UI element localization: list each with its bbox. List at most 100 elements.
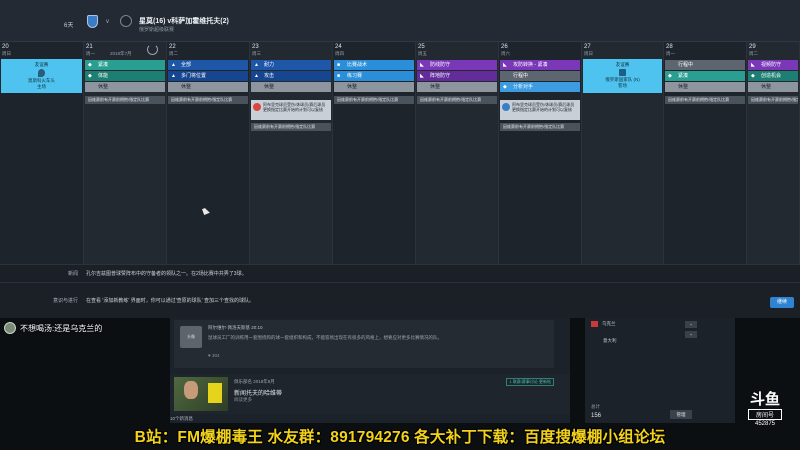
- feed-post[interactable]: 头像 阿尔维尔·佩洛夫斯基 20:10 鼠球员工厂的训练用一套围绕和的球一套组织…: [174, 320, 554, 368]
- weekday: 周日: [584, 51, 593, 56]
- nation-row[interactable]: 意大利: [591, 338, 617, 344]
- session-rest[interactable]: 休整: [168, 82, 248, 92]
- away-crest-icon: [619, 69, 626, 76]
- session-rest[interactable]: 休整: [417, 82, 497, 92]
- session-2[interactable]: ■ 练习赛: [334, 71, 414, 81]
- day-notes: 因维赛前有开赛前拥抱/指定队比赛: [748, 96, 798, 104]
- news-headline: 新闻托夫的哈维蒂: [234, 391, 283, 397]
- session-travel[interactable]: 行程中: [500, 71, 580, 81]
- session-1[interactable]: ▲ 耐力: [251, 60, 331, 70]
- danmaku-chat-message: 不想喝汤:还是乌克兰的: [20, 324, 103, 333]
- session-2[interactable]: ▲ 多门将位置: [168, 71, 248, 81]
- post-body: 鼠球员工厂的训练用一套围绕和的球一套组织和构成，不能容易出现在有很多的风格上，想…: [208, 335, 442, 340]
- day-column-27[interactable]: 27 周日 友谊赛 俄罗斯国家队 (N) 客场: [582, 42, 664, 264]
- session-1[interactable]: ◣ 视频防守: [748, 60, 798, 70]
- friendly-match-box[interactable]: 友谊赛 莫斯科火车头 主场: [1, 59, 82, 93]
- squad-nationality-panel: 乌克兰 + 意大利 + 总计 156 管理: [585, 318, 735, 423]
- match-venue: 主场: [37, 84, 46, 89]
- day-number: 21: [86, 44, 93, 50]
- read-more-link[interactable]: 阅读更多: [234, 397, 252, 403]
- location-pin-icon: [38, 69, 45, 77]
- total-label: 总计: [591, 404, 600, 409]
- session-1[interactable]: ■ 比赛战术: [334, 60, 414, 70]
- day-number: 27: [584, 44, 591, 50]
- news-row: 新闻 孔尔吉兹图普球赞阵布中的守备者的领队之一。在2场比赛中共弄了3球。: [0, 265, 800, 283]
- post-likes: ♥ 304: [208, 353, 220, 358]
- session-rest[interactable]: 休整: [85, 82, 165, 92]
- chat-user-avatar: [4, 322, 16, 334]
- session-rest[interactable]: 休整: [748, 82, 798, 92]
- day-column-20[interactable]: 20 周日 友谊赛 莫斯科火车头 主场: [0, 42, 84, 264]
- day-notes: 因维赛前有开赛前拥抱/指定队比赛: [665, 96, 745, 104]
- day-column-21[interactable]: 21 周一 2018年7月 ◆ 紧凑 ◆ 体能 休整 因维赛前有开赛前拥抱/指定队比…: [84, 42, 167, 264]
- session-rest[interactable]: 休整: [665, 82, 745, 92]
- day-column-22[interactable]: 22 周二 ▲ 全部 ▲ 多门将位置 休整 因维赛前有开赛前拥抱/指定队比赛: [167, 42, 250, 264]
- nation-row[interactable]: 乌克兰: [591, 321, 616, 327]
- month-label: 2018年7月: [110, 51, 132, 56]
- weekday: 周一: [666, 51, 675, 56]
- session-1[interactable]: ◣ 防线防守: [417, 60, 497, 70]
- day-notes: 因维赛前有开赛前拥抱/指定队比赛: [85, 96, 165, 104]
- flag-icon: [591, 321, 598, 327]
- weekday: 周五: [418, 51, 427, 56]
- day-column-25[interactable]: 25 周五 ◣ 防线防守 ◣ 阵地防守 休整 因维赛前有开赛前拥抱/指定队比赛: [416, 42, 499, 264]
- session-2[interactable]: ◣ 阵地防守: [417, 71, 497, 81]
- home-team-crest-icon[interactable]: [87, 15, 98, 28]
- day-notes: 因维赛前有开赛前拥抱/指定队比赛: [500, 123, 580, 131]
- day-number: 23: [252, 44, 259, 50]
- injury-alert-card[interactable]: 阿布里克球员受伤/休球员/赛后球员更换指定比赛开始的计划可以复核: [251, 100, 331, 120]
- day-column-24[interactable]: 24 周四 ■ 比赛战术 ■ 练习赛 休整 因维赛前有开赛前拥抱/指定队比赛: [333, 42, 416, 264]
- weekday: 周一: [86, 51, 95, 56]
- total-value: 156: [591, 413, 602, 419]
- day-number: 22: [169, 44, 176, 50]
- match-venue: 客场: [618, 83, 627, 88]
- day-column-23[interactable]: 23 周三 ▲ 耐力 ▲ 攻击 休整 阿布里克球员受伤/休球员/赛后球员更换指定比赛…: [250, 42, 333, 264]
- days-until-match: 6天: [64, 23, 74, 29]
- session-2[interactable]: ◆ 创造机会: [748, 71, 798, 81]
- next-match-title[interactable]: 星莫(16) v科萨加霍维托夫(2): [139, 16, 229, 26]
- day-column-28[interactable]: 28 周一 行程中 ◆ 紧凑 休整 因维赛前有开赛前拥抱/指定队比赛: [664, 42, 747, 264]
- medical-alert-icon: [253, 103, 261, 111]
- session-1[interactable]: ◣ 攻防转换 - 紧凑: [500, 60, 580, 70]
- session-rest[interactable]: 休整: [251, 82, 331, 92]
- unread-count[interactable]: 10个新消息: [170, 416, 193, 422]
- day-number: 20: [2, 44, 9, 50]
- advice-text[interactable]: 在查看 '添加新教练' 界面时，你可以通过'查原的球队' 查加三个查找的球队。: [86, 297, 254, 304]
- day-column-29[interactable]: 29 周二 ◣视频防守 ◆创造机会 休整 因维赛前有开赛前拥抱/指定队比赛: [747, 42, 800, 264]
- continue-button[interactable]: 继续: [770, 297, 794, 308]
- manage-button[interactable]: 管理: [670, 410, 692, 419]
- match-type: 友谊赛: [34, 62, 49, 67]
- away-team-crest-icon[interactable]: [120, 15, 132, 27]
- match-type: 友谊赛: [615, 62, 630, 67]
- session-2[interactable]: ▲ 攻击: [251, 71, 331, 81]
- day-column-26[interactable]: 26 周六 ◣ 攻防转换 - 紧凑 行程中 ◆ 分析对手 阿布里克球员受伤/休球员/…: [499, 42, 582, 264]
- advice-row: 意识与进行 在查看 '添加新教练' 界面时，你可以通过'查原的球队' 查加三个查…: [0, 292, 800, 310]
- session-travel[interactable]: 行程中: [665, 60, 745, 70]
- session-2[interactable]: ◆ 紧凑: [665, 71, 745, 81]
- news-item[interactable]: 俱乐部名 2018年8月 新闻托夫的哈维蒂 阅读更多 1 联赛/赛事讨论 更新帖: [170, 374, 570, 414]
- news-label: 新闻: [67, 271, 78, 277]
- session-rest[interactable]: 休整: [334, 82, 414, 92]
- day-number: 29: [749, 44, 756, 50]
- friendly-match-box[interactable]: 友谊赛 俄罗斯国家队 (N) 客场: [583, 59, 662, 93]
- session-2[interactable]: ◆ 体能: [85, 71, 165, 81]
- social-feed-panel: 头像 阿尔维尔·佩洛夫斯基 20:10 鼠球员工厂的训练用一套围绕和的球一套组织…: [170, 318, 570, 423]
- weekday: 周六: [501, 51, 510, 56]
- expand-button[interactable]: +: [685, 321, 697, 328]
- expand-button[interactable]: +: [685, 331, 697, 338]
- session-analysis[interactable]: ◆ 分析对手: [500, 82, 580, 92]
- weekday: 周二: [169, 51, 178, 56]
- day-number: 25: [418, 44, 425, 50]
- news-source: 俱乐部名 2018年8月: [234, 379, 275, 384]
- news-thumbnail: [174, 377, 228, 411]
- news-text[interactable]: 孔尔吉兹图普球赞阵布中的守备者的领队之一。在2场比赛中共弄了3球。: [86, 270, 247, 277]
- versus-label: v: [106, 19, 109, 25]
- training-calendar: 20 周日 友谊赛 莫斯科火车头 主场 21 周一 2018年7月 ◆ 紧凑 ◆ 体…: [0, 42, 800, 264]
- day-notes: 因维赛前有开赛前拥抱/指定队比赛: [251, 123, 331, 131]
- poster-name: 阿尔维尔·佩洛夫斯基 20:10: [208, 325, 263, 330]
- weekday: 周三: [252, 51, 261, 56]
- session-1[interactable]: ◆ 紧凑: [85, 60, 165, 70]
- session-1[interactable]: ▲ 全部: [168, 60, 248, 70]
- injury-alert-card[interactable]: 阿布里克球员受伤/休球员/赛后球员更换指定比赛开始的计划可以复核: [500, 100, 580, 120]
- info-panel: 新闻 孔尔吉兹图普球赞阵布中的守备者的领队之一。在2场比赛中共弄了3球。 意识与…: [0, 264, 800, 318]
